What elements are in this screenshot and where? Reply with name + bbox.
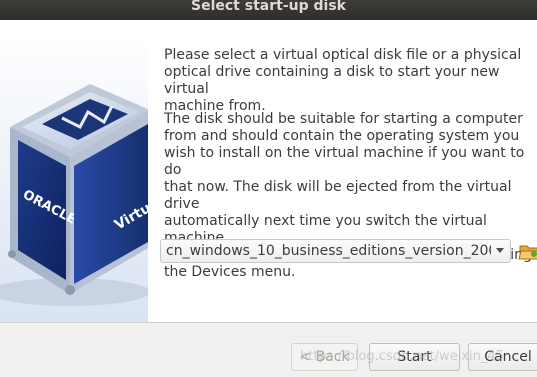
selected-disk-name: cn_windows_10_business_editions_version_… xyxy=(166,243,491,259)
window-titlebar[interactable]: Select start-up disk xyxy=(0,0,537,20)
choose-disk-file-button[interactable] xyxy=(518,239,537,263)
chevron-down-icon xyxy=(496,248,504,253)
folder-open-icon xyxy=(518,245,537,260)
dialog-content: ORACLE Virtu Please select a virtual opt… xyxy=(0,20,537,322)
cancel-button[interactable]: Cancel xyxy=(468,343,537,371)
window-title: Select start-up disk xyxy=(191,0,346,14)
intro-paragraph: Please select a virtual optical disk fil… xyxy=(164,47,522,114)
back-button[interactable]: < Back xyxy=(291,343,358,371)
start-button[interactable]: Start xyxy=(369,343,460,371)
optical-disk-selector[interactable]: cn_windows_10_business_editions_version_… xyxy=(160,239,511,263)
button-bar-separator xyxy=(0,322,537,323)
virtualbox-logo-panel: ORACLE Virtu xyxy=(0,32,148,322)
virtualbox-cube-logo: ORACLE Virtu xyxy=(0,32,148,322)
